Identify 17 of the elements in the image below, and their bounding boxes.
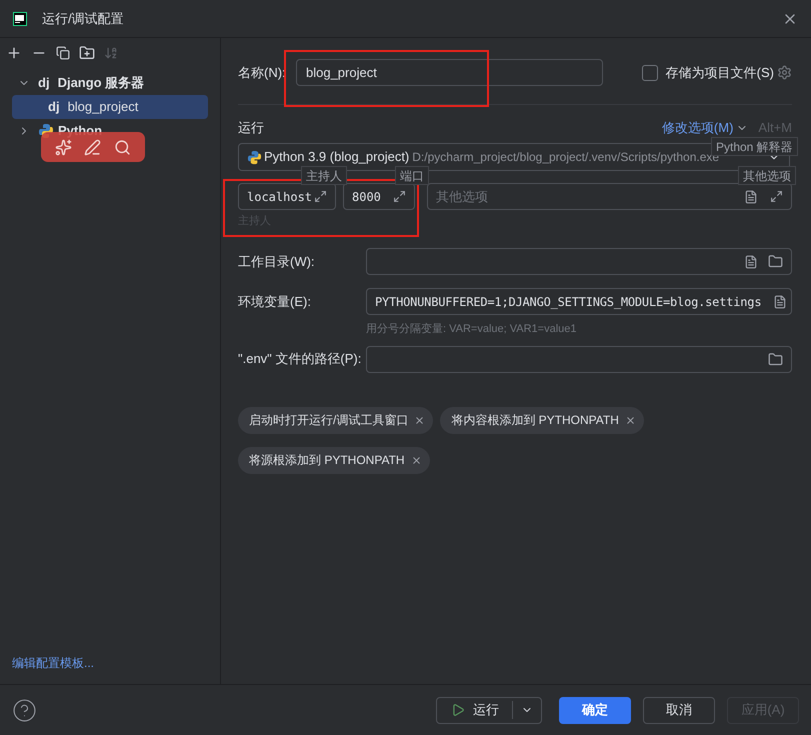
interpreter-name: Python 3.9 (blog_project): [264, 148, 410, 166]
checkbox-label: 存储为项目文件(S): [666, 64, 774, 82]
name-label: 名称(N):: [238, 64, 287, 82]
tree-item-label: blog_project: [68, 98, 138, 116]
tooltip: 其他选项: [738, 166, 796, 185]
tooltip: 主持人: [301, 166, 347, 185]
tooltip: 端口: [395, 166, 429, 185]
env-file-label: ".env" 文件的路径(P):: [238, 350, 362, 368]
working-dir-label: 工作目录(W):: [238, 252, 316, 271]
env-vars-label: 环境变量(E):: [238, 292, 312, 311]
django-icon: dj: [48, 97, 60, 117]
window-title: 运行/调试配置: [42, 10, 124, 28]
env-vars-hint: 用分号分隔变量: VAR=value; VAR1=value1: [366, 322, 578, 337]
tooltip: Python 解释器: [711, 137, 798, 156]
django-icon: dj: [38, 73, 50, 93]
section-title: 运行: [238, 119, 264, 138]
tree-item-label: Django 服务器: [58, 74, 144, 92]
